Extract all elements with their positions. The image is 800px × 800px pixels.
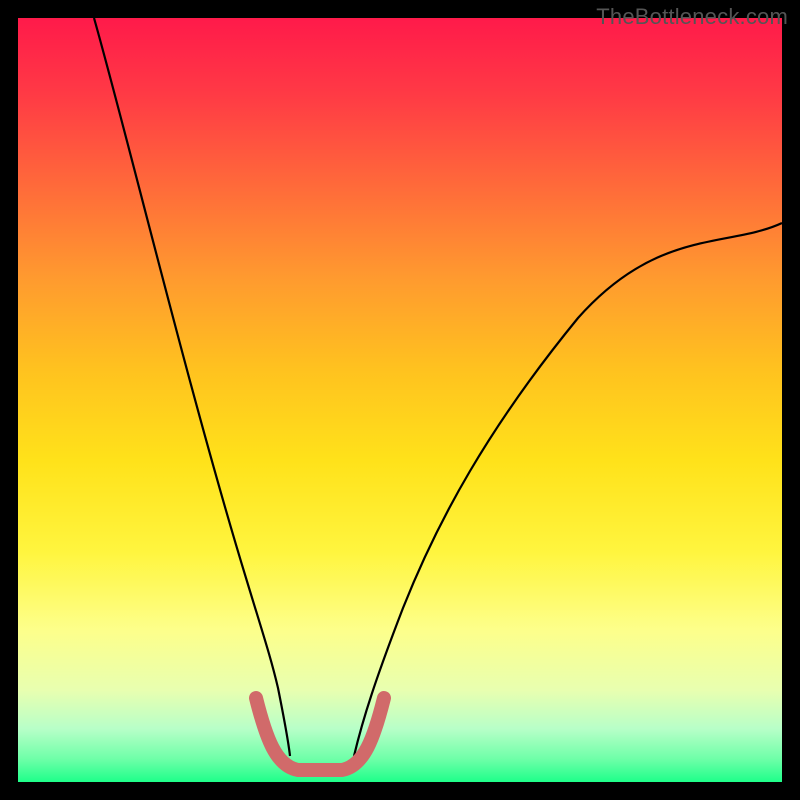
left-curve [94, 18, 290, 756]
chart-curves-layer [18, 18, 782, 782]
bottom-u-shape [256, 698, 384, 770]
watermark-label: TheBottleneck.com [596, 4, 788, 30]
right-curve [354, 223, 782, 756]
chart-frame: TheBottleneck.com [0, 0, 800, 800]
